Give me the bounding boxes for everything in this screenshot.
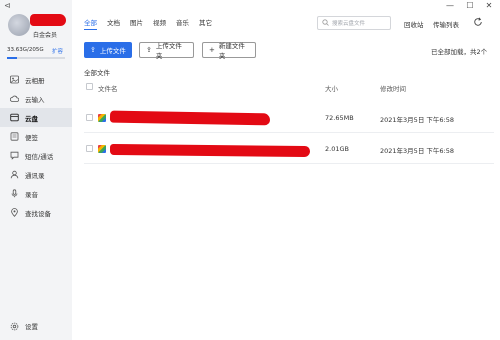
microphone-icon	[10, 189, 19, 198]
refresh-icon[interactable]	[473, 17, 483, 30]
cloud-drive-icon	[10, 113, 19, 122]
tab-other[interactable]: 其它	[199, 17, 212, 29]
window-titlebar: ⊲ — ☐ ✕	[0, 0, 500, 12]
sidebar-item-find-device[interactable]: 查找设备	[0, 203, 72, 222]
member-badge: 白金会员	[33, 32, 58, 39]
expand-storage-link[interactable]: 扩容	[52, 47, 63, 55]
file-modified: 2021年3月5日 下午6:58	[380, 116, 454, 124]
upload-file-label: 上传文件	[99, 47, 126, 55]
sidebar-item-notes[interactable]: 便签	[0, 127, 72, 146]
new-folder-label: 新建文件夹	[218, 42, 245, 60]
tab-documents[interactable]: 文档	[107, 17, 120, 29]
tab-all[interactable]: 全部	[84, 17, 97, 30]
file-icon	[98, 145, 106, 153]
sidebar-item-photo-album[interactable]: 云相册	[0, 70, 72, 89]
breadcrumb: 全部文件	[84, 69, 110, 77]
gear-icon	[10, 322, 19, 331]
row-checkbox[interactable]	[86, 145, 93, 152]
header-checkbox[interactable]	[86, 83, 93, 92]
settings-button[interactable]: 设置	[0, 318, 72, 334]
cloud-input-icon	[9, 94, 20, 103]
tab-videos[interactable]: 视频	[153, 17, 166, 29]
storage-usage: 33.63G/205G	[7, 47, 44, 53]
column-name[interactable]: 文件名	[98, 83, 118, 93]
sidebar-item-messages[interactable]: 短信/通话	[0, 146, 72, 165]
sidebar-item-label: 便签	[25, 133, 38, 142]
maximize-button[interactable]: ☐	[465, 1, 475, 10]
storage-progress-fill	[7, 57, 17, 59]
sidebar-nav: 云相册 云输入 云盘 便签 短信/通话 通讯录 录音 查找设备	[0, 70, 72, 222]
search-input[interactable]: 搜索云盘文件	[317, 16, 391, 30]
sidebar-item-label: 录音	[25, 190, 38, 199]
sidebar-item-label: 云盘	[25, 114, 38, 123]
sidebar-item-label: 短信/通话	[25, 152, 54, 161]
filename-redacted	[109, 110, 271, 126]
sidebar-item-recordings[interactable]: 录音	[0, 184, 72, 203]
sidebar-item-label: 云相册	[25, 76, 45, 85]
load-status: 已全部加载，共2个	[431, 48, 488, 56]
file-modified: 2021年3月5日 下午6:58	[380, 147, 454, 155]
recycle-bin-button[interactable]: 回收站	[404, 19, 424, 29]
file-table-header: 文件名 大小 修改时间	[84, 83, 494, 95]
message-icon	[10, 151, 19, 160]
file-icon	[98, 114, 106, 122]
settings-label: 设置	[25, 323, 38, 331]
file-size: 2.01GB	[325, 145, 349, 153]
photo-album-icon	[10, 75, 19, 84]
notes-icon	[10, 132, 19, 141]
close-button[interactable]: ✕	[484, 1, 494, 10]
sidebar-item-cloud-drive[interactable]: 云盘	[0, 108, 72, 127]
transfer-list-button[interactable]: 传输列表	[433, 19, 459, 29]
sidebar-item-cloud-input[interactable]: 云输入	[0, 89, 72, 108]
sidebar-item-contacts[interactable]: 通讯录	[0, 165, 72, 184]
contacts-icon	[10, 170, 19, 179]
file-size: 72.65MB	[325, 114, 354, 122]
storage-progress-bar	[7, 57, 65, 59]
sidebar-item-label: 查找设备	[25, 209, 51, 218]
table-row[interactable]: 72.65MB 2021年3月5日 下午6:58	[84, 103, 494, 133]
upload-folder-icon: ⇪	[146, 46, 152, 54]
file-type-tabs: 全部 文档 图片 视频 音乐 其它	[84, 17, 222, 30]
upload-folder-label: 上传文件夹	[155, 42, 182, 60]
upload-file-button[interactable]: ⇪ 上传文件	[84, 42, 132, 58]
filename-redacted	[109, 143, 311, 158]
tab-images[interactable]: 图片	[130, 17, 143, 29]
column-modified[interactable]: 修改时间	[380, 83, 406, 93]
plus-icon: +	[209, 46, 215, 54]
new-folder-button[interactable]: + 新建文件夹	[202, 42, 256, 60]
upload-icon: ⇪	[90, 46, 96, 54]
search-icon	[322, 18, 329, 28]
upload-folder-button[interactable]: ⇪ 上传文件夹	[139, 42, 194, 60]
column-size[interactable]: 大小	[325, 83, 338, 93]
location-pin-icon	[10, 208, 19, 217]
minimize-button[interactable]: —	[445, 1, 455, 10]
table-row[interactable]: 2.01GB 2021年3月5日 下午6:58	[84, 134, 494, 164]
row-checkbox[interactable]	[86, 114, 93, 121]
back-arrow-icon[interactable]: ⊲	[4, 1, 11, 10]
tab-music[interactable]: 音乐	[176, 17, 189, 29]
sidebar-item-label: 云输入	[25, 95, 45, 104]
search-placeholder: 搜索云盘文件	[332, 21, 366, 27]
avatar[interactable]	[8, 14, 30, 36]
sidebar-item-label: 通讯录	[25, 171, 45, 180]
sidebar: 白金会员 33.63G/205G 扩容 云相册 云输入 云盘 便签 短信/通话 …	[0, 0, 72, 340]
username-redacted	[30, 14, 66, 26]
